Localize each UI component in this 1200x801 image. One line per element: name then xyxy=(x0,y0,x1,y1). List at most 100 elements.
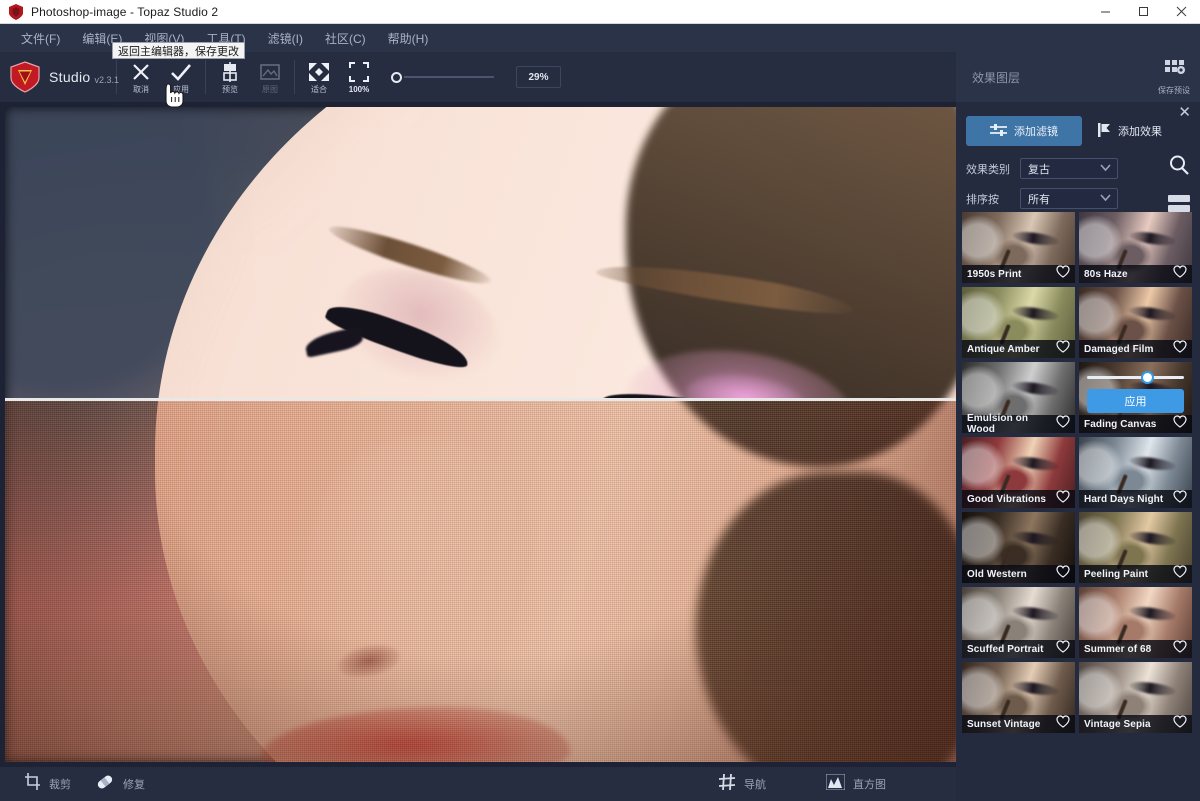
effect-cell[interactable]: Scuffed Portrait xyxy=(962,587,1075,658)
effect-caption: Sunset Vintage xyxy=(962,715,1075,733)
effect-strength-handle[interactable] xyxy=(1141,371,1155,384)
effect-cell[interactable]: 1950s Print xyxy=(962,212,1075,283)
effect-cell[interactable]: Old Western xyxy=(962,512,1075,583)
effect-cell[interactable]: 80s Haze xyxy=(1079,212,1192,283)
close-button[interactable] xyxy=(1162,0,1200,24)
preview-split-divider[interactable] xyxy=(5,398,956,401)
zoom-slider-handle[interactable] xyxy=(391,71,402,83)
favorite-heart-icon[interactable] xyxy=(1056,265,1070,283)
effect-name: 1950s Print xyxy=(967,268,1022,280)
effect-cell[interactable]: 应用 Fading Canvas xyxy=(1079,362,1192,433)
effect-caption: Emulsion on Wood xyxy=(962,413,1075,433)
category-row: 效果类别 复古 xyxy=(966,158,1190,179)
favorite-heart-icon[interactable] xyxy=(1056,565,1070,583)
zoom-value[interactable]: 29% xyxy=(516,66,561,88)
favorite-heart-icon[interactable] xyxy=(1173,265,1187,283)
effect-name: Damaged Film xyxy=(1084,343,1154,355)
heal-tool-button[interactable]: 修复 xyxy=(95,773,145,796)
panel-title: 效果图层 xyxy=(972,70,1021,85)
effects-panel: ✕ 添加滤镜 添加效果 效果类别 复古 排序按 所有 1950s Print 8… xyxy=(956,102,1200,801)
effect-cell[interactable]: Antique Amber xyxy=(962,287,1075,358)
effect-cell[interactable]: Vintage Sepia xyxy=(1079,662,1192,733)
favorite-heart-icon[interactable] xyxy=(1056,490,1070,508)
effect-name: Old Western xyxy=(967,568,1027,580)
search-icon[interactable] xyxy=(1168,154,1190,181)
bottom-right-group: 导航 直方图 xyxy=(658,773,886,796)
save-preset-button[interactable]: 保存预设 xyxy=(1158,58,1190,96)
x-icon xyxy=(131,61,151,83)
toolbar-view-group: 预览 原图 xyxy=(210,52,290,102)
fit-label: 适合 xyxy=(311,84,327,94)
effect-caption: Summer of 68 xyxy=(1079,640,1192,658)
original-button[interactable]: 原图 xyxy=(250,54,290,100)
chevron-down-icon xyxy=(1100,193,1111,205)
zoom-100-button[interactable]: 100% xyxy=(339,54,379,100)
favorite-heart-icon[interactable] xyxy=(1056,415,1070,433)
menu-item-help[interactable]: 帮助(H) xyxy=(377,26,440,51)
menu-item-community[interactable]: 社区(C) xyxy=(314,26,377,51)
zoom-slider[interactable] xyxy=(391,71,494,83)
bandage-icon xyxy=(95,773,115,796)
preview-effect-half xyxy=(5,401,956,762)
cancel-label: 取消 xyxy=(133,84,149,94)
favorite-heart-icon[interactable] xyxy=(1173,715,1187,733)
fit-button[interactable]: 适合 xyxy=(299,54,339,100)
zoom-slider-track[interactable] xyxy=(404,76,494,78)
favorite-heart-icon[interactable] xyxy=(1056,340,1070,358)
effect-name: Hard Days Night xyxy=(1084,493,1164,505)
preview-split-icon xyxy=(221,61,239,83)
image-preview[interactable] xyxy=(5,107,956,762)
favorite-heart-icon[interactable] xyxy=(1056,640,1070,658)
favorite-heart-icon[interactable] xyxy=(1173,415,1187,433)
effect-name: Fading Canvas xyxy=(1084,418,1157,430)
effect-apply-button[interactable]: 应用 xyxy=(1087,389,1184,413)
favorite-heart-icon[interactable] xyxy=(1173,490,1187,508)
effect-cell[interactable]: Sunset Vintage xyxy=(962,662,1075,733)
effect-caption: Good Vibrations xyxy=(962,490,1075,508)
menu-item-filters[interactable]: 滤镜(I) xyxy=(257,26,314,51)
window-title: Photoshop-image - Topaz Studio 2 xyxy=(31,4,219,19)
close-icon[interactable]: ✕ xyxy=(1178,105,1191,120)
favorite-heart-icon[interactable] xyxy=(1173,340,1187,358)
topaz-logo-icon xyxy=(10,61,40,93)
add-effect-label: 添加效果 xyxy=(1118,126,1162,138)
effect-name: Peeling Paint xyxy=(1084,568,1149,580)
photo-with-effect xyxy=(5,401,956,762)
histogram-button[interactable]: 直方图 xyxy=(825,773,886,795)
effect-cell[interactable]: Summer of 68 xyxy=(1079,587,1192,658)
effects-grid[interactable]: 1950s Print 80s Haze Antique Amber Damaged … xyxy=(956,212,1200,801)
topaz-studio-window: Photoshop-image - Topaz Studio 2 文件(F) 编… xyxy=(0,0,1200,801)
effect-caption: Hard Days Night xyxy=(1079,490,1192,508)
panel-filters: 效果类别 复古 排序按 所有 xyxy=(956,146,1200,212)
list-row-2 xyxy=(1168,205,1190,212)
minimize-button[interactable] xyxy=(1086,0,1124,24)
sort-select[interactable]: 所有 xyxy=(1020,188,1118,209)
heal-tool-label: 修复 xyxy=(123,779,145,791)
effect-cell[interactable]: Damaged Film xyxy=(1079,287,1192,358)
crop-icon xyxy=(24,773,41,795)
crop-tool-button[interactable]: 裁剪 xyxy=(24,773,71,795)
add-filter-button[interactable]: 添加滤镜 xyxy=(966,116,1082,146)
image-canvas-area[interactable] xyxy=(0,102,956,767)
effect-strength-slider[interactable] xyxy=(1087,371,1184,384)
effect-cell[interactable]: Good Vibrations xyxy=(962,437,1075,508)
add-effect-button[interactable]: 添加效果 xyxy=(1098,122,1162,140)
favorite-heart-icon[interactable] xyxy=(1173,565,1187,583)
effect-cell[interactable]: Hard Days Night xyxy=(1079,437,1192,508)
effect-cell[interactable]: Emulsion on Wood xyxy=(962,362,1075,433)
cancel-button[interactable]: 取消 xyxy=(121,54,161,100)
category-select[interactable]: 复古 xyxy=(1020,158,1118,179)
toolbar-divider-2 xyxy=(205,60,206,94)
preview-button[interactable]: 预览 xyxy=(210,54,250,100)
effect-cell[interactable]: Peeling Paint xyxy=(1079,512,1192,583)
toolbar-action-group: 取消 应用 xyxy=(121,52,201,102)
brand: Studio v2.3.1 xyxy=(0,61,119,93)
favorite-heart-icon[interactable] xyxy=(1056,715,1070,733)
navigator-button[interactable]: 导航 xyxy=(718,773,766,796)
favorite-heart-icon[interactable] xyxy=(1173,640,1187,658)
category-value: 复古 xyxy=(1028,163,1050,176)
menu-item-file[interactable]: 文件(F) xyxy=(10,26,71,51)
toolbar-zoom-group: 适合 100% xyxy=(299,52,379,102)
maximize-button[interactable] xyxy=(1124,0,1162,24)
effect-name: Vintage Sepia xyxy=(1084,718,1151,730)
